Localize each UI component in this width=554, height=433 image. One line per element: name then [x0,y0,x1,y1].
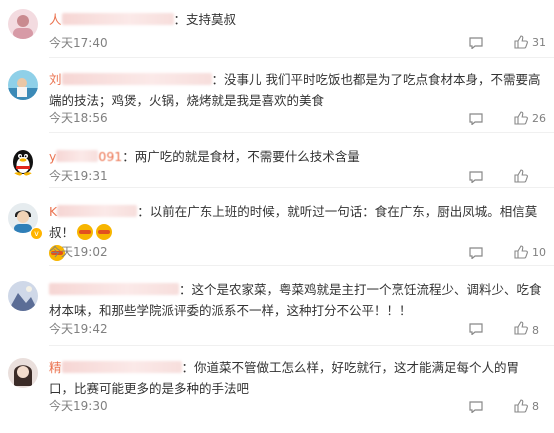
comment-item: v K ：以前在广东上班的时候，就听过一句话：食在广东，厨出凤城。相信莫叔！ 今天… [0,188,554,266]
avatar-photo-icon [8,281,38,311]
like-icon[interactable] [514,169,528,183]
reply-icon[interactable] [469,401,483,413]
like-icon[interactable] [514,245,528,259]
like-icon[interactable] [514,35,528,49]
avatar[interactable] [8,9,38,39]
shocked-emoji-icon [96,224,113,240]
avatar[interactable] [8,146,38,176]
comment-time: 今天19:31 [49,169,108,183]
avatar-photo-icon [8,70,38,100]
comment-time: 今天17:40 [49,36,108,50]
comment-item: 刘：没事儿 我们平时吃饭也都是为了吃点食材本身，不需要高端的技法；鸡煲，火锅，烧… [0,58,554,133]
comment-item: y 091：两广吃的就是食材，不需要什么技术含量 今天19:31 [0,133,554,188]
username-link[interactable]: 精 [49,360,182,375]
reply-icon[interactable] [469,323,483,335]
like-icon[interactable] [514,111,528,125]
comment-item: 精：你道菜不管做工怎么样，好吃就行，这才能满足每个人的胃口，比赛可能更多的是多种… [0,346,554,433]
comment-text: y 091：两广吃的就是食材，不需要什么技术含量 [49,149,360,164]
reply-icon[interactable] [469,37,483,49]
avatar[interactable] [8,281,38,311]
comment-time: 今天19:30 [49,399,108,413]
comment-time: 今天18:56 [49,111,108,125]
avatar-photo-icon [8,9,38,39]
reply-icon[interactable] [469,171,483,183]
avatar-photo-icon [8,358,38,388]
username-link[interactable]: 刘 [49,72,212,87]
like-count: 8 [532,324,539,337]
like-count: 8 [532,400,539,413]
reply-icon[interactable] [469,247,483,259]
username-link[interactable]: y 091 [49,149,122,164]
shocked-emoji-icon [77,224,94,240]
comment-time: 今天19:42 [49,322,108,336]
like-icon[interactable] [514,321,528,335]
qq-penguin-avatar-icon [13,150,33,176]
comment-text: ：这个是农家菜，粤菜鸡就是主打一个烹饪流程少、调料少、吃食材本味，和那些学院派评… [49,282,542,318]
avatar[interactable] [8,358,38,388]
comment-text: 刘：没事儿 我们平时吃饭也都是为了吃点食材本身，不需要高端的技法；鸡煲，火锅，烧… [49,72,541,108]
verified-badge-icon: v [30,227,43,240]
username-link[interactable]: K [49,204,138,219]
comment-text: 人：支持莫叔 [49,12,237,27]
like-icon[interactable] [514,399,528,413]
comment-time: 今天19:02 [49,245,108,259]
like-count: 31 [532,36,546,49]
comment-item: ：这个是农家菜，粤菜鸡就是主打一个烹饪流程少、调料少、吃食材本味，和那些学院派评… [0,266,554,346]
username-link[interactable]: 人 [49,12,174,27]
avatar[interactable] [8,70,38,100]
username-link[interactable] [49,282,179,297]
comment-text: 精：你道菜不管做工怎么样，好吃就行，这才能满足每个人的胃口，比赛可能更多的是多种… [49,360,520,396]
comment-item: 人：支持莫叔 今天17:40 31 [0,0,554,58]
like-count: 10 [532,246,546,259]
reply-icon[interactable] [469,113,483,125]
like-count: 26 [532,112,546,125]
